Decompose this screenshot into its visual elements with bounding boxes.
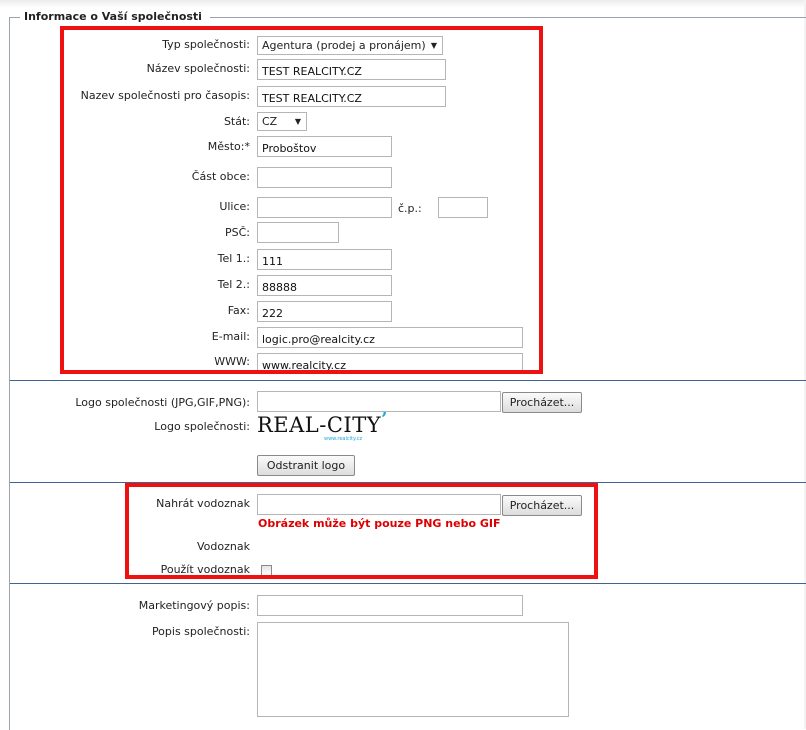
separator bbox=[10, 583, 806, 584]
logo-browse-button[interactable]: Procházet... bbox=[502, 392, 582, 413]
company-description-textarea[interactable] bbox=[257, 622, 569, 717]
highlight-box-watermark bbox=[125, 483, 598, 579]
company-logo: REAL-CITY’ www.realcity.cz bbox=[257, 409, 387, 442]
highlight-box-company-details bbox=[60, 26, 543, 374]
logo-swoosh-icon: ’ bbox=[381, 409, 388, 430]
company-description-label: Popis společnosti: bbox=[151, 625, 250, 638]
logo-subtext: www.realcity.cz bbox=[324, 436, 363, 442]
separator bbox=[10, 380, 806, 381]
marketing-description-input[interactable] bbox=[257, 595, 523, 616]
logo-current-label: Logo společnosti: bbox=[154, 420, 250, 433]
logo-file-input[interactable] bbox=[257, 391, 501, 412]
marketing-description-label: Marketingový popis: bbox=[138, 599, 250, 612]
top-shadow bbox=[0, 0, 806, 8]
remove-logo-button[interactable]: Odstranit logo bbox=[257, 455, 355, 476]
logo-upload-label: Logo společnosti (JPG,GIF,PNG): bbox=[75, 396, 250, 409]
logo-text: REAL-CITY bbox=[257, 413, 382, 437]
section-title: Informace o Vaší společnosti bbox=[20, 10, 210, 23]
